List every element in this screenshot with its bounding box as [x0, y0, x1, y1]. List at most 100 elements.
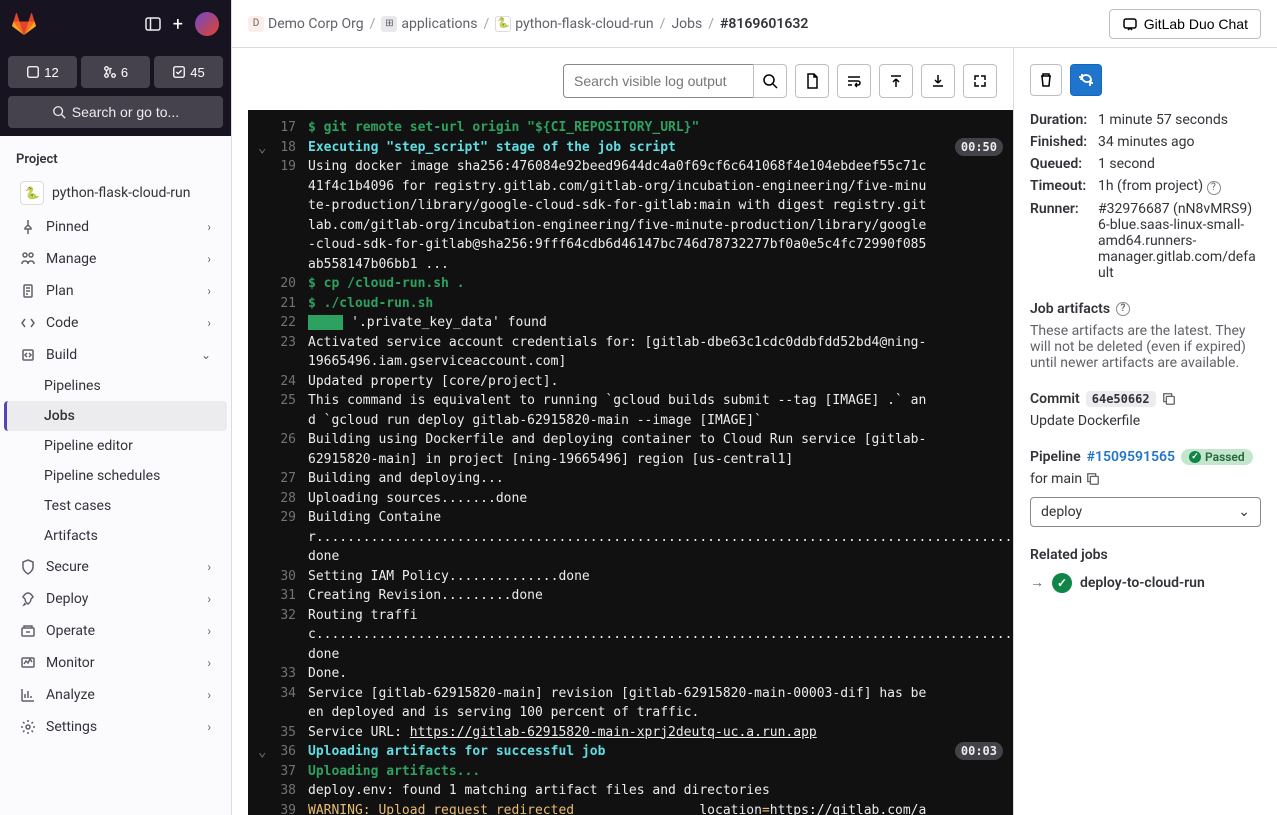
user-avatar[interactable] — [195, 12, 219, 36]
pipeline-title: Pipeline #1509591565 ✓Passed — [1030, 449, 1261, 465]
related-jobs-title: Related jobs — [1030, 547, 1261, 563]
nav-pinned[interactable]: Pinned› — [4, 211, 227, 243]
log-line: 31Creating Revision.........done — [248, 586, 1013, 606]
chevron-icon: › — [207, 624, 211, 638]
log-line: 37Uploading artifacts... — [248, 762, 1013, 782]
analyze-icon — [20, 687, 36, 703]
todos-count-button[interactable]: 45 — [154, 56, 223, 88]
log-line: 36Uploading artifacts for successful job… — [248, 742, 1013, 762]
subnav-jobs[interactable]: Jobs — [4, 401, 227, 431]
crumb-project[interactable]: 🐍python-flask-cloud-run — [495, 16, 653, 32]
chevron-icon: › — [207, 688, 211, 702]
fullscreen-button[interactable] — [963, 64, 997, 98]
secure-icon — [20, 559, 36, 575]
plan-icon — [20, 283, 36, 299]
raw-log-button[interactable] — [795, 64, 829, 98]
log-line: 22 '.private_key_data' found — [248, 313, 1013, 333]
subnav-pipeline-schedules[interactable]: Pipeline schedules — [4, 461, 227, 491]
subnav-artifacts[interactable]: Artifacts — [4, 521, 227, 551]
stage-dropdown[interactable]: deploy⌄ — [1030, 497, 1261, 527]
log-search-submit[interactable] — [753, 64, 787, 98]
crumb-org[interactable]: DDemo Corp Org — [248, 16, 364, 32]
scroll-top-button[interactable] — [879, 64, 913, 98]
chevron-icon: › — [207, 592, 211, 606]
subnav-pipeline-editor[interactable]: Pipeline editor — [4, 431, 227, 461]
operate-icon — [20, 623, 36, 639]
log-search-input[interactable] — [563, 64, 753, 98]
manage-icon — [20, 251, 36, 267]
nav-secure[interactable]: Secure› — [4, 551, 227, 583]
deploy-icon — [20, 591, 36, 607]
queued-label: Queued: — [1030, 156, 1090, 172]
finished-label: Finished: — [1030, 134, 1090, 150]
chevron-right-icon: › — [207, 220, 211, 234]
chevron-icon: › — [207, 284, 211, 298]
nav-analyze[interactable]: Analyze› — [4, 679, 227, 711]
timeout-label: Timeout: — [1030, 178, 1090, 194]
log-line: 17$ git remote set-url origin "${CI_REPO… — [248, 118, 1013, 138]
related-job-item[interactable]: → ✓ deploy-to-cloud-run — [1030, 573, 1261, 593]
breadcrumb: DDemo Corp Org/ ⊞applications/ 🐍python-f… — [248, 16, 808, 32]
mr-count-button[interactable]: 6 — [81, 56, 150, 88]
issues-count-button[interactable]: 12 — [8, 56, 77, 88]
log-line: 21$ ./cloud-run.sh — [248, 294, 1013, 314]
wrap-lines-button[interactable] — [837, 64, 871, 98]
crumb-job-id: #8169601632 — [720, 16, 808, 32]
search-button[interactable]: Search or go to... — [8, 96, 223, 128]
nav-plan[interactable]: Plan› — [4, 275, 227, 307]
duo-chat-button[interactable]: GitLab Duo Chat — [1109, 9, 1261, 39]
sidebar: + 12 6 45 Search or go to... Project 🐍 p… — [0, 0, 232, 815]
finished-value: 34 minutes ago — [1098, 134, 1261, 150]
crumb-group[interactable]: ⊞applications — [381, 16, 477, 32]
erase-job-button[interactable] — [1030, 64, 1062, 96]
help-icon[interactable]: ? — [1116, 302, 1130, 316]
pipeline-link[interactable]: #1509591565 — [1087, 449, 1175, 465]
nav-monitor[interactable]: Monitor› — [4, 647, 227, 679]
nav-operate[interactable]: Operate› — [4, 615, 227, 647]
subnav-pipelines[interactable]: Pipelines — [4, 371, 227, 401]
scroll-bottom-button[interactable] — [921, 64, 955, 98]
nav-build[interactable]: Build⌄ — [4, 339, 227, 371]
timeout-value: 1h (from project) ? — [1098, 178, 1261, 195]
log-line: 29Building Container....................… — [248, 508, 1013, 567]
commit-sha[interactable]: 64e50662 — [1086, 391, 1156, 407]
nav-code[interactable]: Code› — [4, 307, 227, 339]
chevron-down-icon: ⌄ — [1238, 504, 1250, 520]
group-avatar-icon: ⊞ — [381, 16, 397, 32]
nav-manage[interactable]: Manage› — [4, 243, 227, 275]
nav-deploy[interactable]: Deploy› — [4, 583, 227, 615]
copy-icon[interactable] — [1162, 392, 1176, 406]
log-line: 24Updated property [core/project]. — [248, 372, 1013, 392]
gitlab-logo-icon[interactable] — [12, 12, 36, 36]
help-icon[interactable]: ? — [1207, 181, 1221, 195]
status-badge: ✓Passed — [1181, 449, 1253, 465]
project-context[interactable]: 🐍 python-flask-cloud-run — [4, 175, 227, 211]
runner-label: Runner: — [1030, 201, 1090, 217]
chevron-icon: › — [207, 252, 211, 266]
project-heading: Project — [0, 144, 231, 175]
log-line: 25This command is equivalent to running … — [248, 391, 1013, 430]
pin-icon — [20, 219, 36, 235]
crumb-section[interactable]: Jobs — [671, 16, 702, 32]
plus-icon[interactable]: + — [173, 14, 183, 35]
log-line: 26Building using Dockerfile and deployin… — [248, 430, 1013, 469]
artifacts-description: These artifacts are the latest. They wil… — [1030, 323, 1261, 371]
copy-icon[interactable] — [1086, 472, 1100, 486]
monitor-icon — [20, 655, 36, 671]
queued-value: 1 second — [1098, 156, 1261, 172]
section-duration-badge: 00:03 — [955, 742, 1003, 760]
log-line: 33Done. — [248, 664, 1013, 684]
log-line: 27Building and deploying... — [248, 469, 1013, 489]
log-line: 35Service URL: https://gitlab-62915820-m… — [248, 723, 1013, 743]
pipeline-ref: for main — [1030, 471, 1261, 487]
code-icon — [20, 315, 36, 331]
log-line: 30Setting IAM Policy..............done — [248, 567, 1013, 587]
subnav-test-cases[interactable]: Test cases — [4, 491, 227, 521]
retry-job-button[interactable] — [1070, 64, 1102, 96]
nav-settings[interactable]: Settings› — [4, 711, 227, 743]
log-line: 20$ cp /cloud-run.sh . — [248, 274, 1013, 294]
artifacts-title: Job artifacts? — [1030, 301, 1261, 317]
commit-message: Update Dockerfile — [1030, 413, 1261, 429]
sidebar-toggle-icon[interactable] — [145, 16, 161, 32]
commit-title: Commit 64e50662 — [1030, 391, 1261, 407]
